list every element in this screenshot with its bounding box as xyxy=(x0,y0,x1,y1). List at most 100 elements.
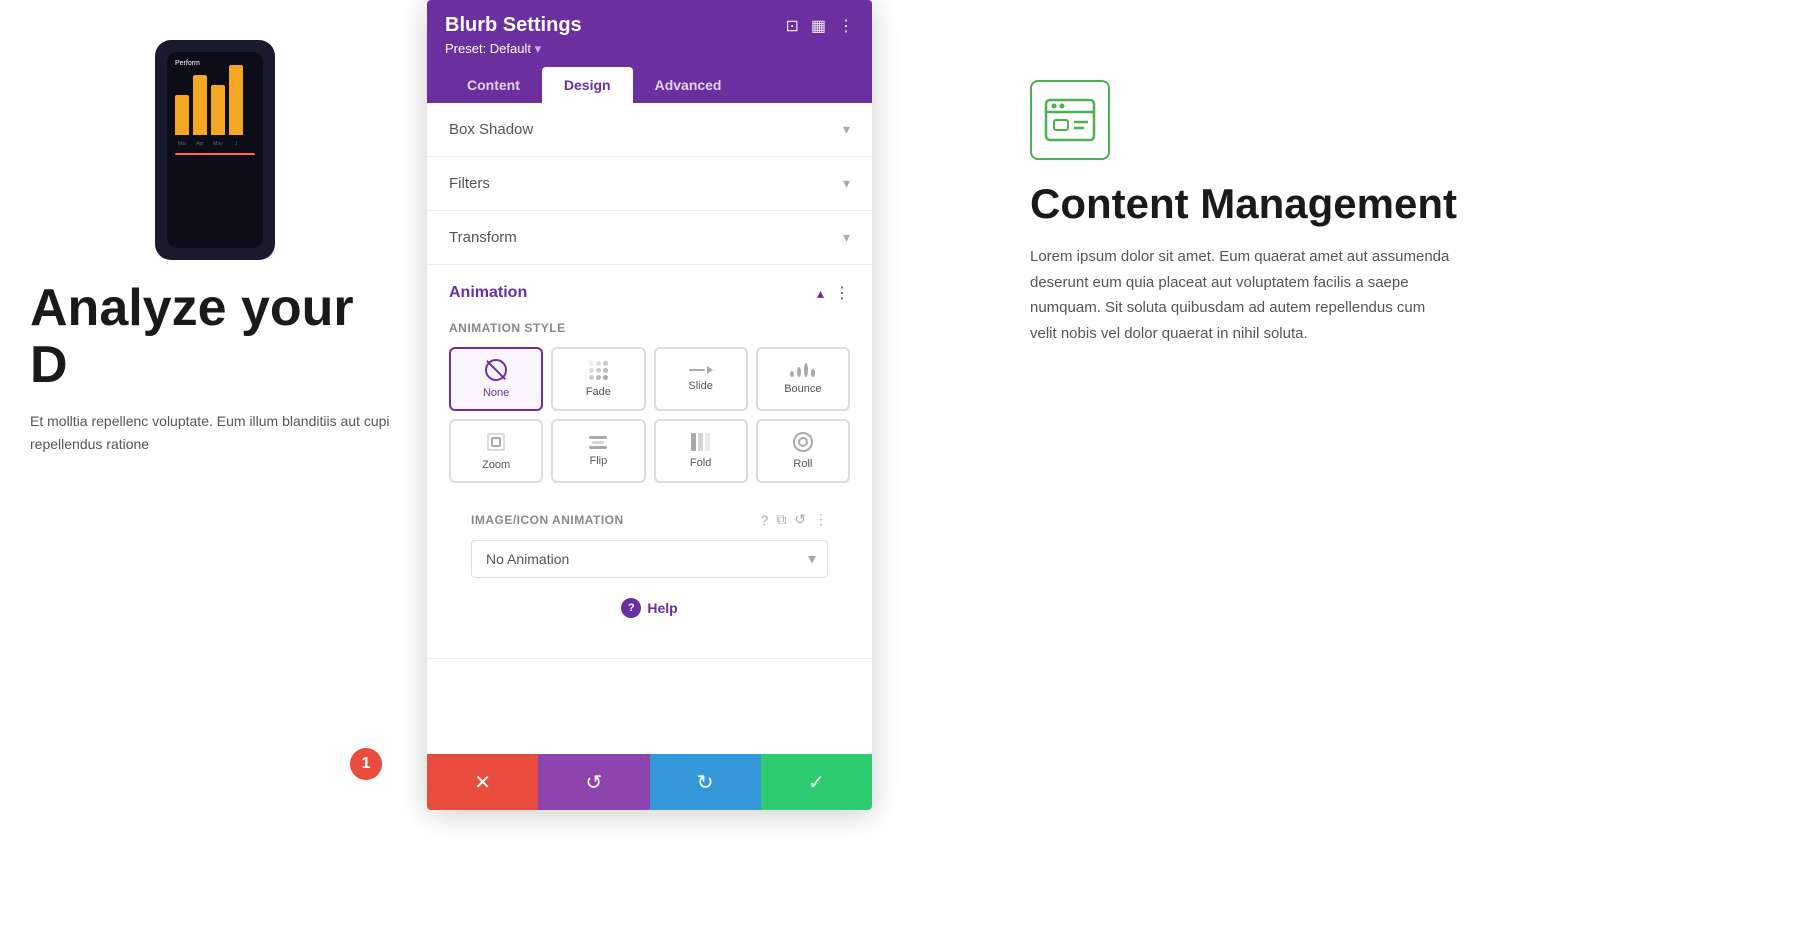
zoom-outer xyxy=(487,433,505,451)
help-link[interactable]: ? Help xyxy=(621,598,677,618)
image-anim-header: Image/Icon Animation ? ⧉ ↺ ⋮ xyxy=(471,511,828,528)
box-shadow-title: Box Shadow xyxy=(449,121,533,138)
help-small-icon[interactable]: ? xyxy=(760,512,768,528)
arrow-line xyxy=(689,369,705,371)
box-shadow-section: Box Shadow ▾ xyxy=(427,103,872,157)
bd3 xyxy=(804,363,808,377)
zoom-icon xyxy=(485,431,507,453)
page-body: Et molltia repellenc voluptate. Eum illu… xyxy=(30,410,400,455)
anim-none-label: None xyxy=(483,387,509,399)
panel-footer: ✕ ↺ ↻ ✓ xyxy=(427,754,872,810)
anim-none[interactable]: None xyxy=(449,347,543,411)
tab-design[interactable]: Design xyxy=(542,67,633,103)
panel-help: ? Help xyxy=(449,578,850,638)
filters-title: Filters xyxy=(449,175,490,192)
fd4 xyxy=(589,368,594,373)
animation-chevron: ▴ xyxy=(817,285,824,302)
tab-advanced[interactable]: Advanced xyxy=(633,67,744,103)
anim-flip-label: Flip xyxy=(590,455,608,467)
label-mar: Mar xyxy=(175,141,189,147)
fold-col-2 xyxy=(698,433,703,451)
right-body: Lorem ipsum dolor sit amet. Eum quaerat … xyxy=(1030,244,1450,346)
animation-title: Animation xyxy=(449,284,527,302)
filters-header[interactable]: Filters ▾ xyxy=(427,157,872,210)
tab-content[interactable]: Content xyxy=(445,67,542,103)
label-jun: J xyxy=(229,141,243,147)
image-anim-icons: ? ⧉ ↺ ⋮ xyxy=(760,511,828,528)
panel-preset[interactable]: Preset: Default ▾ xyxy=(445,41,854,57)
label-apr: Apr xyxy=(193,141,207,147)
more-small-icon[interactable]: ⋮ xyxy=(814,511,828,528)
animation-grid: None xyxy=(449,347,850,483)
panel-header-icons: ⊡ ▦ ⋮ xyxy=(785,16,854,36)
bd2 xyxy=(797,367,801,377)
anim-fade[interactable]: Fade xyxy=(551,347,645,411)
bar-chart xyxy=(175,75,255,135)
flip-icon xyxy=(589,436,607,449)
animation-section: Animation ▴ ⋮ Animation Style None xyxy=(427,265,872,659)
animation-header[interactable]: Animation ▴ ⋮ xyxy=(427,265,872,321)
chart-labels: Mar Apr May J xyxy=(175,141,255,147)
help-label: Help xyxy=(647,600,677,616)
animation-style-label: Animation Style xyxy=(449,321,850,335)
reset-icon[interactable]: ↺ xyxy=(794,511,806,528)
filters-section: Filters ▾ xyxy=(427,157,872,211)
slide-icon xyxy=(689,366,713,374)
image-anim-label: Image/Icon Animation xyxy=(471,513,750,527)
anim-zoom[interactable]: Zoom xyxy=(449,419,543,483)
content-management-icon xyxy=(1030,80,1110,160)
anim-roll[interactable]: Roll xyxy=(756,419,850,483)
fd7 xyxy=(589,375,594,380)
label-may: May xyxy=(211,141,225,147)
anim-roll-label: Roll xyxy=(793,458,812,470)
copy-icon[interactable]: ⧉ xyxy=(776,511,786,528)
settings-panel: Blurb Settings ⊡ ▦ ⋮ Preset: Default ▾ C… xyxy=(427,0,872,810)
redo-button[interactable]: ↻ xyxy=(650,754,761,810)
bd4 xyxy=(811,369,815,377)
bar-2 xyxy=(193,75,207,135)
anim-slide[interactable]: Slide xyxy=(654,347,748,411)
box-shadow-chevron: ▾ xyxy=(843,121,850,138)
fd6 xyxy=(603,368,608,373)
bar-4 xyxy=(229,65,243,135)
phone-mockup: Perform Mar Apr May J xyxy=(155,40,275,260)
anim-flip[interactable]: Flip xyxy=(551,419,645,483)
anim-bounce[interactable]: Bounce xyxy=(756,347,850,411)
undo-button[interactable]: ↺ xyxy=(538,754,649,810)
transform-title: Transform xyxy=(449,229,517,246)
panel-body: Box Shadow ▾ Filters ▾ Transform ▾ Anima… xyxy=(427,103,872,754)
chart-line xyxy=(175,153,255,155)
panel-title-row: Blurb Settings ⊡ ▦ ⋮ xyxy=(445,14,854,37)
box-shadow-header[interactable]: Box Shadow ▾ xyxy=(427,103,872,156)
anim-bounce-label: Bounce xyxy=(784,383,821,395)
phone-title: Perform xyxy=(175,60,255,67)
phone-screen: Perform Mar Apr May J xyxy=(167,52,263,248)
anim-fold[interactable]: Fold xyxy=(654,419,748,483)
fd1 xyxy=(589,361,594,366)
bounce-icon xyxy=(790,363,815,377)
save-button[interactable]: ✓ xyxy=(761,754,872,810)
arrow-head xyxy=(707,366,713,374)
left-content: Perform Mar Apr May J Analyze your D Et … xyxy=(0,0,430,495)
fold-col-1 xyxy=(691,433,696,451)
bd1 xyxy=(790,371,794,377)
transform-header[interactable]: Transform ▾ xyxy=(427,211,872,264)
image-anim-select[interactable]: No Animation Bounce Flash Pulse Rubber B… xyxy=(471,540,828,578)
transform-chevron: ▾ xyxy=(843,229,850,246)
flip-bar-1 xyxy=(589,436,607,439)
cancel-button[interactable]: ✕ xyxy=(427,754,538,810)
fd8 xyxy=(596,375,601,380)
image-icon-animation-section: Image/Icon Animation ? ⧉ ↺ ⋮ No Animatio… xyxy=(449,499,850,578)
screen-icon[interactable]: ⊡ xyxy=(785,16,798,36)
panel-header: Blurb Settings ⊡ ▦ ⋮ Preset: Default ▾ C… xyxy=(427,0,872,103)
panel-tabs: Content Design Advanced xyxy=(445,67,854,103)
animation-menu-icon[interactable]: ⋮ xyxy=(834,283,850,303)
anim-fold-label: Fold xyxy=(690,457,711,469)
more-options-icon[interactable]: ⋮ xyxy=(838,16,854,36)
grid-icon[interactable]: ▦ xyxy=(811,16,826,36)
section-header-right: ▴ ⋮ xyxy=(817,283,850,303)
fold-icon xyxy=(691,433,710,451)
bar-3 xyxy=(211,85,225,135)
page-heading: Analyze your D xyxy=(30,280,400,394)
fold-col-3 xyxy=(705,433,710,451)
